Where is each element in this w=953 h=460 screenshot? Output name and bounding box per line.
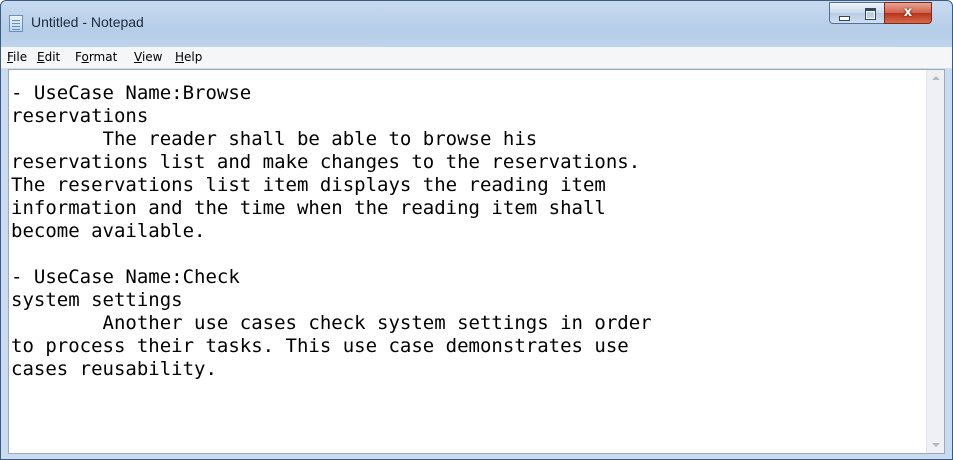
menu-help[interactable]: Help (175, 50, 202, 64)
text-editor[interactable]: - UseCase Name:Browse reservations The re… (8, 69, 945, 454)
close-icon: x (903, 5, 913, 20)
notepad-app-icon[interactable] (9, 15, 23, 32)
text-line: reservations list and make changes to th… (11, 151, 641, 173)
maximize-button[interactable] (857, 2, 885, 24)
text-line: ​ (11, 243, 929, 266)
minimize-button[interactable] (829, 2, 858, 24)
minimize-icon (839, 16, 850, 21)
text-line: to process their tasks. This use case de… (11, 335, 629, 357)
maximize-icon (865, 8, 876, 20)
close-button[interactable]: x (884, 2, 932, 24)
menu-edit[interactable]: Edit (37, 50, 60, 64)
title-bar[interactable]: Untitled - Notepad x (1, 1, 952, 44)
menu-format[interactable]: Format (75, 50, 117, 64)
text-line: The reader shall be able to browse his (11, 128, 538, 150)
text-line: information and the time when the readin… (11, 197, 606, 219)
text-line: system settings (11, 289, 183, 311)
text-line: cases reusability. (11, 358, 217, 380)
text-line: - UseCase Name:Check (11, 266, 240, 288)
text-line: reservations (11, 105, 149, 127)
notepad-window: Untitled - Notepad x File Edit Format Vi… (0, 0, 953, 460)
document-text[interactable]: - UseCase Name:Browse reservations The re… (9, 82, 929, 452)
scroll-up-arrow-icon[interactable] (932, 76, 940, 80)
menu-file[interactable]: File (7, 50, 27, 64)
vertical-scrollbar[interactable] (926, 70, 944, 453)
text-line: become available. (11, 220, 206, 242)
text-line: Another use cases check system settings … (11, 312, 652, 334)
menu-bar: File Edit Format View Help (1, 47, 952, 69)
text-line: - UseCase Name:Browse (11, 82, 252, 104)
menu-view[interactable]: View (134, 50, 162, 64)
scroll-down-arrow-icon[interactable] (932, 443, 940, 447)
text-line: The reservations list item displays the … (11, 174, 606, 196)
window-title: Untitled - Notepad (31, 14, 144, 30)
